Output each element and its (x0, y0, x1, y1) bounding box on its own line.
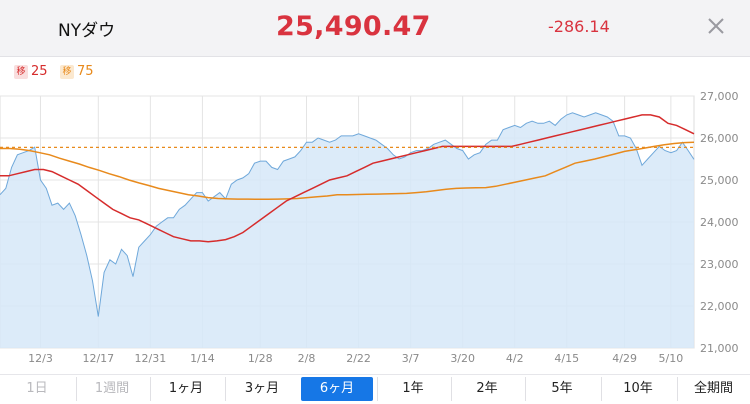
ma-badge: 移 (14, 65, 28, 79)
x-tick-label: 12/31 (135, 352, 167, 365)
close-icon[interactable] (702, 12, 730, 40)
quote-header: NYダウ 25,490.47 -286.14 (0, 0, 750, 57)
x-tick-label: 2/22 (346, 352, 371, 365)
current-price: 25,490.47 (276, 11, 431, 42)
ma-badge: 移 (60, 65, 74, 79)
x-tick-label: 1/28 (248, 352, 273, 365)
y-tick-label: 24,000 (700, 216, 739, 229)
x-tick-label: 5/10 (659, 352, 684, 365)
tab-2y[interactable]: 2年 (451, 377, 522, 401)
tab-3m[interactable]: 3ヶ月 (225, 377, 298, 401)
tab-6m[interactable]: 6ヶ月 (301, 377, 373, 401)
x-tick-label: 4/15 (554, 352, 579, 365)
tab-5y[interactable]: 5年 (525, 377, 598, 401)
tab-all[interactable]: 全期間 (677, 377, 749, 401)
x-tick-label: 3/20 (450, 352, 475, 365)
y-tick-label: 25,000 (700, 174, 739, 187)
y-tick-label: 23,000 (700, 258, 739, 271)
y-tick-label: 26,000 (700, 132, 739, 145)
legend-item-ma75: 移 75 (60, 64, 94, 79)
x-tick-label: 4/29 (612, 352, 637, 365)
price-chart[interactable]: 21,000 22,000 23,000 24,000 25,000 26,000 27,0… (0, 90, 750, 370)
x-tick-label: 3/7 (402, 352, 420, 365)
x-tick-label: 1/14 (190, 352, 215, 365)
x-tick-label: 12/17 (82, 352, 114, 365)
tab-1d[interactable]: 1日 (2, 377, 72, 401)
tab-1m[interactable]: 1ヶ月 (150, 377, 221, 401)
tab-1y[interactable]: 1年 (377, 377, 448, 401)
legend-label: 75 (77, 64, 94, 79)
price-change: -286.14 (548, 17, 610, 36)
legend-label: 25 (31, 64, 48, 79)
x-tick-label: 12/3 (28, 352, 53, 365)
x-tick-label: 4/2 (506, 352, 524, 365)
tab-1w[interactable]: 1週間 (76, 377, 147, 401)
tab-10y[interactable]: 10年 (601, 377, 674, 401)
chart-svg: 21,000 22,000 23,000 24,000 25,000 26,000 27,0… (0, 90, 739, 365)
x-tick-label: 2/8 (298, 352, 316, 365)
legend-item-ma25: 移 25 (14, 64, 48, 79)
y-tick-label: 21,000 (700, 342, 739, 355)
y-tick-label: 22,000 (700, 300, 739, 313)
y-tick-label: 27,000 (700, 90, 739, 103)
index-name: NYダウ (58, 21, 116, 41)
period-tabs: 1日 1週間 1ヶ月 3ヶ月 6ヶ月 1年 2年 5年 10年 全期間 (0, 374, 750, 403)
